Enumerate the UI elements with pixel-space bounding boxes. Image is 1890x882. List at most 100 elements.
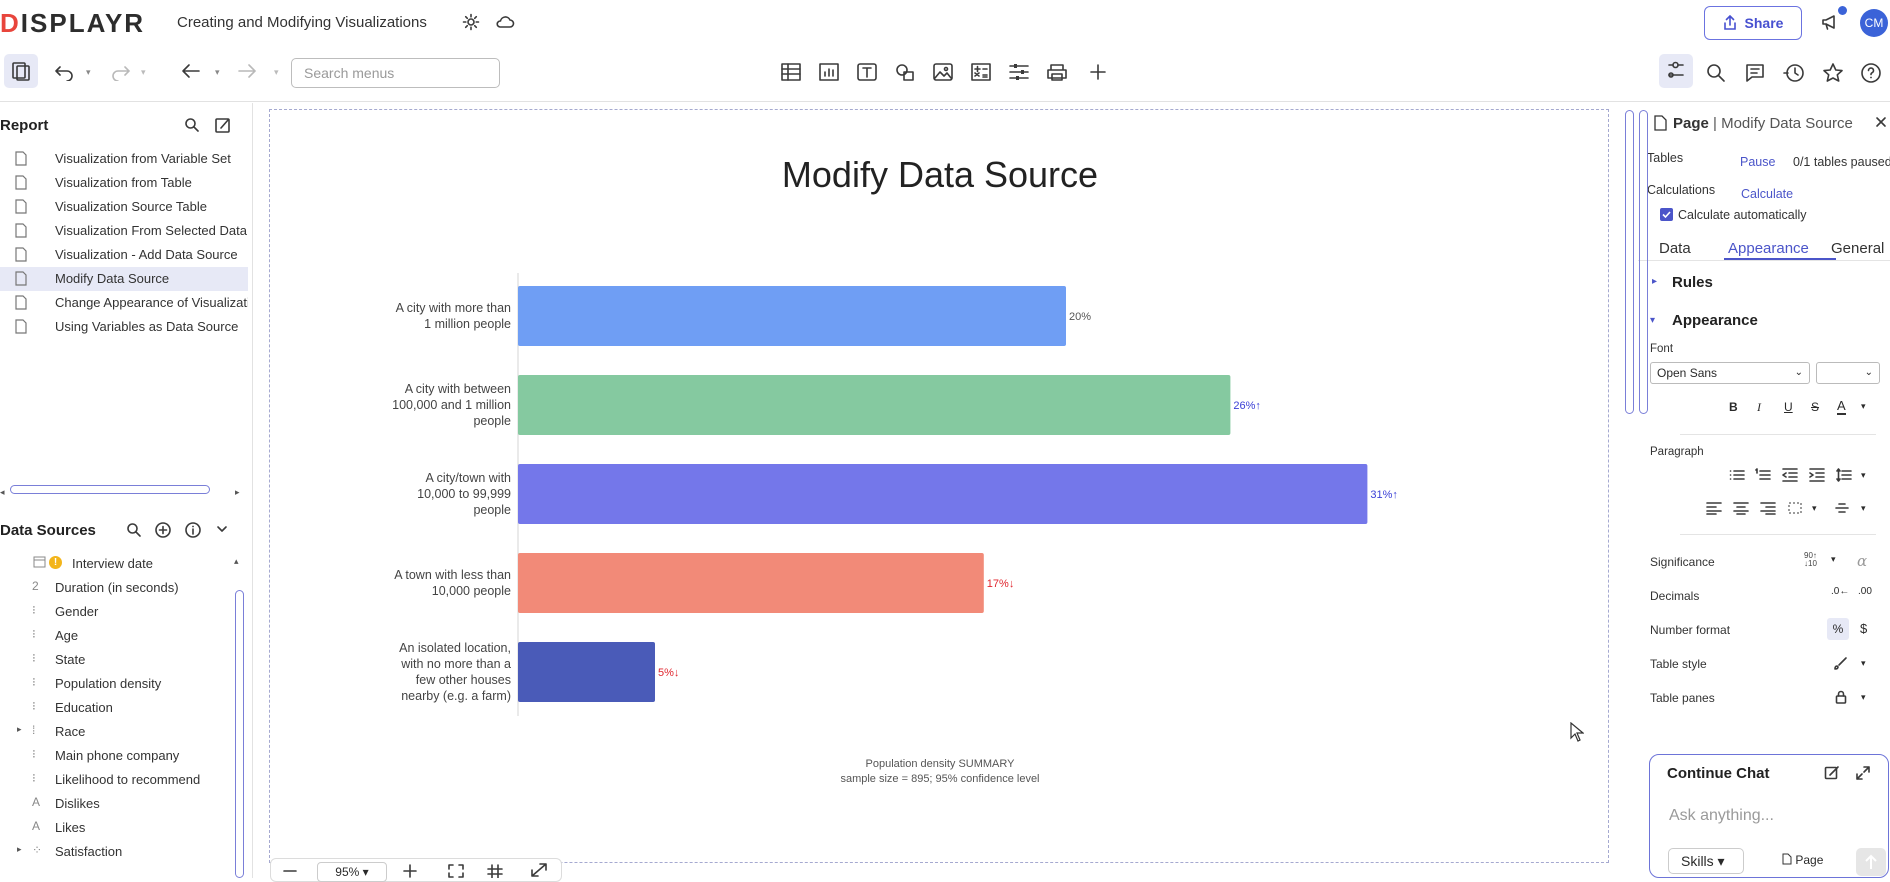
data-source-item[interactable]: ⁝ Population density xyxy=(0,672,240,696)
table-style-dropdown-icon[interactable]: ▾ xyxy=(1861,658,1866,669)
properties-scrollbar[interactable] xyxy=(1639,110,1648,414)
search-data-icon[interactable] xyxy=(126,522,142,538)
page-item[interactable]: Visualization from Table xyxy=(0,171,248,195)
shapes-icon[interactable] xyxy=(894,62,916,82)
expand-chat-icon[interactable] xyxy=(1855,765,1871,781)
page-item[interactable]: Change Appearance of Visualization xyxy=(0,291,248,315)
align-right-icon[interactable] xyxy=(1760,501,1776,515)
tab-data[interactable]: Data xyxy=(1659,240,1691,257)
page-item[interactable]: Visualization - Add Data Source xyxy=(0,243,248,267)
appearance-collapse-icon[interactable]: ▾ xyxy=(1650,315,1655,326)
underline-icon[interactable]: U xyxy=(1784,400,1793,414)
data-source-item[interactable]: ! Interview date ▴ xyxy=(0,552,240,576)
page-item[interactable]: Visualization Source Table xyxy=(0,195,248,219)
bar-chart[interactable]: 20% A city with more than 1 million people… xyxy=(270,110,1610,864)
help-icon[interactable] xyxy=(1860,62,1882,84)
brush-icon[interactable] xyxy=(1834,656,1848,670)
line-spacing-icon[interactable] xyxy=(1836,468,1852,482)
expand-icon[interactable]: ▸ xyxy=(17,724,22,735)
zoom-level-select[interactable]: 95% ▾ xyxy=(317,862,387,882)
percent-format-icon[interactable]: % xyxy=(1827,618,1849,640)
align-center-icon[interactable] xyxy=(1733,501,1749,515)
scroll-left-icon[interactable]: ◂ xyxy=(0,487,5,498)
controls-icon[interactable] xyxy=(1008,62,1030,82)
pause-link[interactable]: Pause xyxy=(1740,155,1775,169)
significance-arrows-icon[interactable]: 90↑ ↓10 xyxy=(1804,552,1817,568)
calculation-icon[interactable] xyxy=(970,62,992,82)
page-canvas[interactable]: Modify Data Source 20% A city with more t… xyxy=(269,109,1609,863)
displayr-logo[interactable]: DISPLAYR xyxy=(0,8,145,39)
table-panes-dropdown-icon[interactable]: ▾ xyxy=(1861,692,1866,703)
expand-icon[interactable]: ▸ xyxy=(17,844,22,855)
back-arrow-icon[interactable] xyxy=(181,63,201,79)
calculate-automatically-checkbox[interactable] xyxy=(1660,208,1673,221)
forward-dropdown-icon[interactable]: ▾ xyxy=(274,67,279,78)
page-item[interactable]: Using Variables as Data Source xyxy=(0,315,248,339)
bar[interactable] xyxy=(518,642,655,702)
data-source-item[interactable]: ⁝ State xyxy=(0,648,240,672)
align-left-icon[interactable] xyxy=(1706,501,1722,515)
data-source-item[interactable]: ▸ ⁞ Race xyxy=(0,720,240,744)
bar[interactable] xyxy=(518,553,984,613)
font-family-select[interactable]: Open Sans ⌄ xyxy=(1650,362,1810,384)
text-box-icon[interactable] xyxy=(856,62,878,82)
share-button[interactable]: Share xyxy=(1704,6,1802,40)
send-button[interactable] xyxy=(1856,848,1886,876)
data-source-item[interactable]: ⁝ Gender xyxy=(0,600,240,624)
data-source-item[interactable]: A Likes xyxy=(0,816,240,840)
document-title[interactable]: Creating and Modifying Visualizations xyxy=(177,14,427,31)
bar[interactable] xyxy=(518,464,1368,524)
redo-dropdown-icon[interactable]: ▾ xyxy=(141,67,146,78)
canvas-vertical-scrollbar[interactable] xyxy=(1625,110,1634,414)
bar[interactable] xyxy=(518,286,1066,346)
currency-format-icon[interactable]: $ xyxy=(1860,621,1867,636)
star-icon[interactable] xyxy=(1822,62,1844,84)
page-context-chip[interactable]: Page xyxy=(1782,853,1823,867)
zoom-in-icon[interactable] xyxy=(402,864,418,878)
numbered-list-icon[interactable] xyxy=(1755,468,1771,482)
page-item[interactable]: Visualization From Selected Data xyxy=(0,219,248,243)
significance-dropdown-icon[interactable]: ▾ xyxy=(1831,554,1836,565)
bulleted-list-icon[interactable] xyxy=(1729,468,1745,482)
table-icon[interactable] xyxy=(780,62,802,82)
data-source-item[interactable]: ⁝ Main phone company xyxy=(0,744,240,768)
search-menus-input[interactable]: Search menus xyxy=(291,58,500,88)
italic-icon[interactable]: I xyxy=(1757,400,1761,415)
scroll-up-icon[interactable]: ▴ xyxy=(234,556,239,567)
page-item[interactable]: Visualization from Variable Set xyxy=(0,147,248,171)
bar[interactable] xyxy=(518,375,1231,435)
fit-to-screen-icon[interactable] xyxy=(447,864,465,878)
export-icon[interactable] xyxy=(1046,62,1068,82)
data-source-item[interactable]: A Dislikes xyxy=(0,792,240,816)
chart-icon[interactable] xyxy=(818,62,840,82)
grid-toggle-icon[interactable] xyxy=(487,864,503,878)
zoom-out-icon[interactable] xyxy=(282,864,298,878)
collapse-icon[interactable] xyxy=(216,524,228,534)
rules-expand-icon[interactable]: ▸ xyxy=(1652,276,1657,287)
font-size-select[interactable]: ⌄ xyxy=(1816,362,1880,384)
info-icon[interactable] xyxy=(184,521,202,539)
bold-icon[interactable]: B xyxy=(1729,400,1738,414)
expand-view-icon[interactable] xyxy=(530,862,548,878)
alpha-icon[interactable]: α xyxy=(1857,552,1867,570)
skills-button[interactable]: Skills ▾ xyxy=(1668,848,1744,874)
new-chat-icon[interactable] xyxy=(1824,765,1840,781)
data-source-item[interactable]: 2 Duration (in seconds) xyxy=(0,576,240,600)
increase-decimals-icon[interactable]: .00 xyxy=(1858,586,1872,597)
image-icon[interactable] xyxy=(932,62,954,82)
tab-general[interactable]: General xyxy=(1831,240,1884,257)
tab-appearance[interactable]: Appearance xyxy=(1728,240,1809,257)
comments-icon[interactable] xyxy=(1744,62,1766,84)
redo-icon[interactable] xyxy=(109,63,131,81)
strikethrough-icon[interactable]: S xyxy=(1811,400,1819,414)
increase-indent-icon[interactable] xyxy=(1809,468,1825,482)
back-dropdown-icon[interactable]: ▾ xyxy=(215,67,220,78)
decrease-decimals-icon[interactable]: .0← xyxy=(1831,586,1849,597)
data-source-item[interactable]: ⁝ Education xyxy=(0,696,240,720)
font-color-dropdown-icon[interactable]: ▾ xyxy=(1861,401,1866,412)
border-icon[interactable] xyxy=(1787,501,1803,515)
new-page-icon[interactable] xyxy=(214,116,232,134)
lock-icon[interactable] xyxy=(1835,690,1847,704)
add-data-icon[interactable] xyxy=(154,521,172,539)
megaphone-icon[interactable] xyxy=(1820,12,1842,32)
